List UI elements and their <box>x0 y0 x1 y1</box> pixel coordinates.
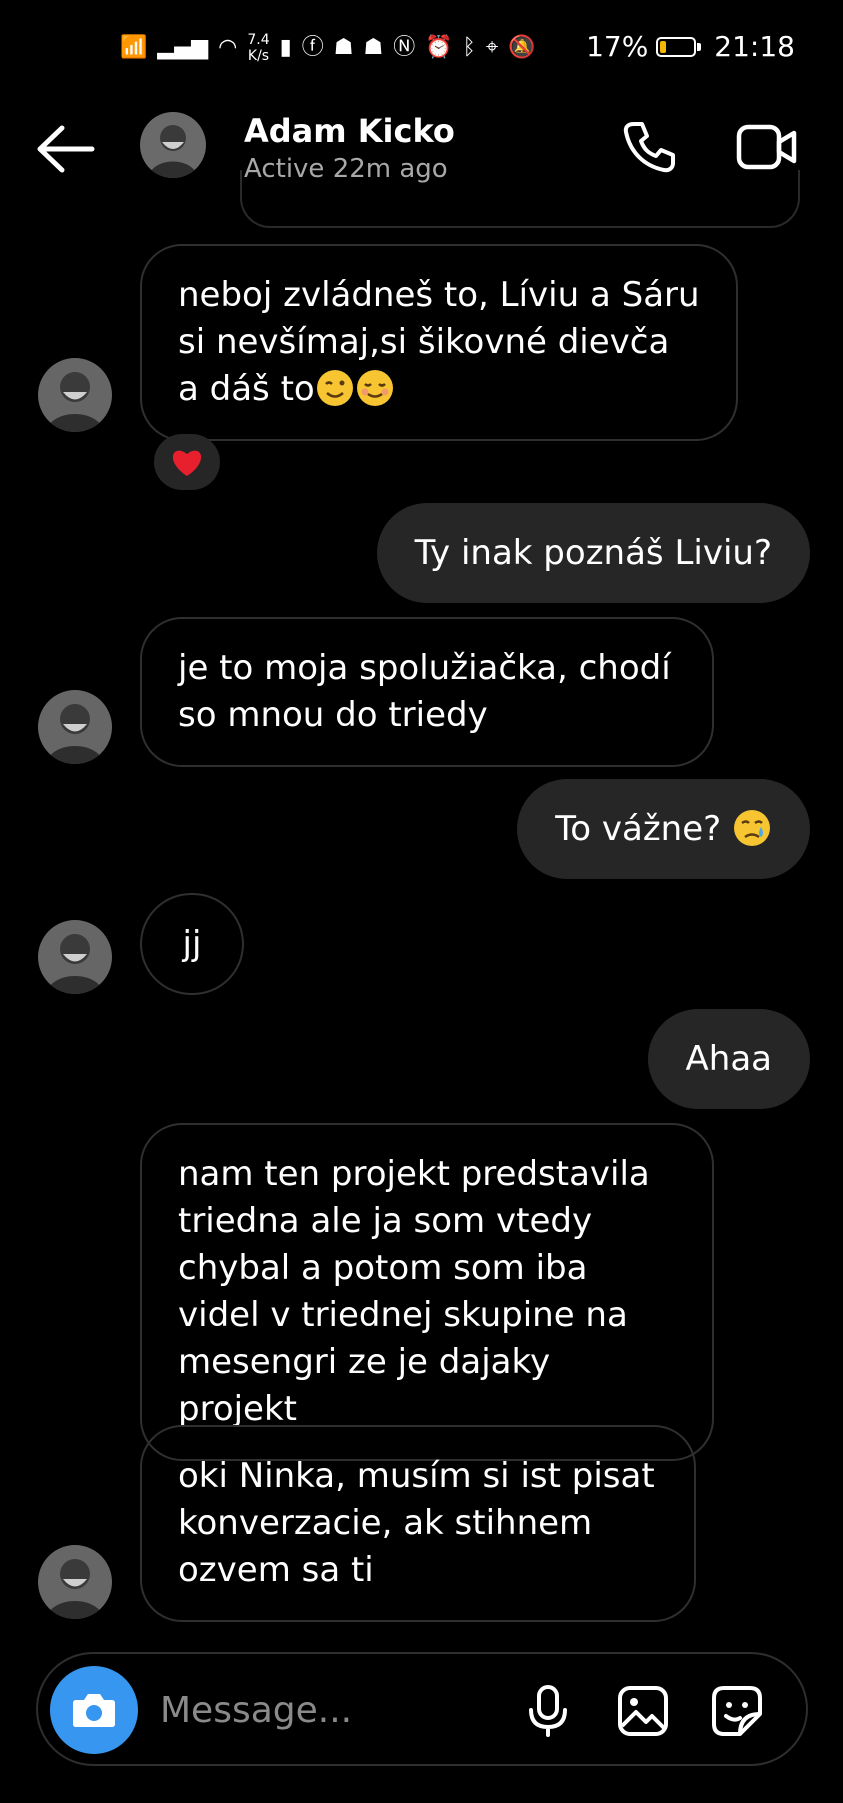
battery-saver-icon: ▮ <box>279 35 292 60</box>
message-text: nam ten projekt predstavila triedna ale … <box>178 1154 650 1429</box>
incoming-message[interactable]: oki Ninka, musím si ist pisat konverzaci… <box>140 1425 696 1622</box>
snapchat-icon: ☗ <box>333 35 354 60</box>
camera-icon <box>73 1694 115 1727</box>
message-text: jj <box>182 924 202 964</box>
contact-name[interactable]: Adam Kicko <box>244 112 455 150</box>
mute-icon: 🔕 <box>508 35 536 60</box>
status-icons: 📶 ▂▄▆ ◠ 7.4 K/s ▮ ⓕ ☗ ☗ Ⓝ ⏰ ᛒ ⌖ 🔕 <box>120 28 536 68</box>
crying-face-emoji <box>734 810 770 846</box>
bluetooth-icon: ᛒ <box>462 35 476 60</box>
previous-message-bubble <box>240 170 800 228</box>
phone-call-icon[interactable] <box>620 118 678 176</box>
sender-avatar[interactable] <box>38 690 112 764</box>
camera-button[interactable] <box>50 1666 138 1754</box>
location-icon: ⌖ <box>485 35 499 60</box>
message-text: oki Ninka, musím si ist pisat konverzaci… <box>178 1456 655 1590</box>
alarm-icon: ⏰ <box>425 35 453 60</box>
gallery-icon[interactable] <box>616 1684 670 1738</box>
nfc-icon: Ⓝ <box>393 35 416 60</box>
outgoing-message[interactable]: Ty inak poznáš Liviu? <box>376 503 810 603</box>
battery-percent: 17% <box>586 30 649 63</box>
wifi-calling-icon: 📶 <box>120 35 148 60</box>
message-text: Ahaa <box>685 1039 772 1079</box>
sender-avatar[interactable] <box>38 1545 112 1619</box>
contact-avatar[interactable] <box>140 112 206 178</box>
sender-avatar[interactable] <box>38 920 112 994</box>
signal-icon: ▂▄▆ <box>157 35 209 60</box>
message-text: Ty inak poznáš Liviu? <box>414 533 772 573</box>
smiling-face-emoji <box>356 370 393 406</box>
status-right: 17% 21:18 <box>586 30 795 63</box>
heart-reaction[interactable] <box>154 434 220 490</box>
sticker-icon[interactable] <box>710 1684 764 1738</box>
message-text: neboj zvládneš to, Líviu a Sáru si nevší… <box>178 275 700 409</box>
snapchat-icon: ☗ <box>363 35 384 60</box>
status-bar: 📶 ▂▄▆ ◠ 7.4 K/s ▮ ⓕ ☗ ☗ Ⓝ ⏰ ᛒ ⌖ 🔕 17% 21… <box>0 0 843 100</box>
message-input[interactable] <box>158 1684 442 1736</box>
incoming-message[interactable]: je to moja spolužiačka, chodí so mnou do… <box>140 617 714 767</box>
incoming-message[interactable]: neboj zvládneš to, Líviu a Sáru si nevší… <box>140 244 738 441</box>
facebook-icon: ⓕ <box>301 35 324 60</box>
network-speed: 7.4 K/s <box>247 32 270 64</box>
video-call-icon[interactable] <box>736 122 798 172</box>
winking-face-emoji <box>316 370 353 406</box>
microphone-icon[interactable] <box>526 1684 570 1738</box>
red-heart-icon <box>172 450 202 476</box>
incoming-message[interactable]: nam ten projekt predstavila triedna ale … <box>140 1123 714 1461</box>
battery-icon <box>656 36 702 57</box>
clock: 21:18 <box>714 30 795 63</box>
message-text: To vážne? <box>555 809 722 849</box>
outgoing-message[interactable]: Ahaa <box>647 1009 810 1109</box>
message-text: je to moja spolužiačka, chodí so mnou do… <box>178 648 671 735</box>
back-arrow-icon[interactable] <box>36 124 96 174</box>
incoming-message[interactable]: jj <box>140 893 244 995</box>
wifi-icon: ◠ <box>218 35 238 60</box>
sender-avatar[interactable] <box>38 358 112 432</box>
message-composer <box>36 1652 808 1766</box>
outgoing-message[interactable]: To vážne? <box>517 779 810 879</box>
